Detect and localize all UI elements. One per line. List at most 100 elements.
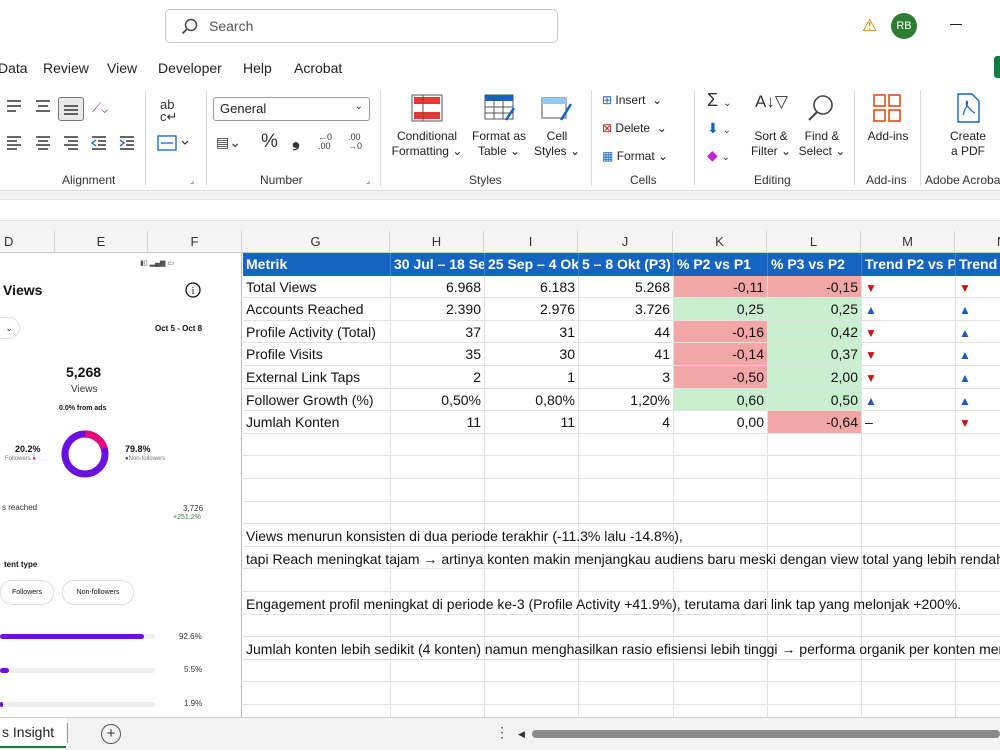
empty-cell[interactable]: [579, 456, 674, 479]
addins-button[interactable]: Add-ins: [862, 129, 914, 144]
worksheet-grid[interactable]: Metrik 30 Jul – 18 Se 25 Sep – 4 Ok 5 – 8 O…: [243, 253, 1000, 717]
align-top-icon[interactable]: [6, 99, 22, 113]
more-options-icon[interactable]: ⋮: [495, 724, 509, 741]
header-cell[interactable]: 25 Sep – 4 Ok: [485, 253, 579, 276]
formula-bar[interactable]: [0, 199, 1000, 221]
column-header-n[interactable]: N: [955, 231, 1000, 253]
conditional-formatting-icon[interactable]: [411, 94, 443, 122]
warning-icon[interactable]: ⚠: [862, 16, 877, 36]
trend-cell[interactable]: ▲: [956, 366, 1000, 389]
accounting-format-icon[interactable]: ▤⌄: [216, 134, 241, 151]
empty-cell[interactable]: [674, 433, 768, 457]
align-bottom-button[interactable]: [58, 97, 84, 121]
empty-cell[interactable]: [674, 569, 768, 592]
dialog-launcher-icon[interactable]: ⌟: [366, 175, 370, 186]
increase-indent-icon[interactable]: [119, 135, 135, 151]
find-select-icon[interactable]: [806, 93, 836, 123]
table-cell[interactable]: 0,25: [768, 298, 862, 321]
table-cell[interactable]: 0,00: [674, 411, 768, 434]
empty-cell[interactable]: [243, 569, 391, 592]
table-cell[interactable]: Accounts Reached: [243, 298, 391, 321]
search-box[interactable]: Search: [165, 9, 558, 43]
table-cell[interactable]: 2.976: [485, 298, 579, 321]
insight-screenshot[interactable]: ▮▯ ▂▄▆ ▭ Views i ⌄ Oct 5 - Oct 8 5,268 V…: [0, 253, 242, 717]
empty-cell[interactable]: [862, 524, 956, 547]
trend-cell[interactable]: ▲: [956, 298, 1000, 321]
percent-style-icon[interactable]: %: [261, 131, 278, 153]
table-cell[interactable]: 2: [391, 366, 485, 389]
column-header-d[interactable]: D: [0, 231, 55, 253]
empty-cell[interactable]: [674, 524, 768, 547]
empty-cell[interactable]: [862, 479, 956, 502]
header-cell[interactable]: Trend P2 vs P: [862, 253, 956, 276]
empty-cell[interactable]: [768, 433, 862, 457]
trend-cell[interactable]: ▲: [956, 389, 1000, 412]
empty-cell[interactable]: [956, 615, 1000, 638]
find-select-button[interactable]: Find & Select ⌄: [796, 129, 848, 159]
cell-styles-icon[interactable]: [541, 94, 573, 122]
table-cell[interactable]: 2.390: [391, 298, 485, 321]
autosum-icon[interactable]: Σ ⌄: [707, 90, 732, 111]
empty-cell[interactable]: [674, 659, 768, 683]
empty-cell[interactable]: [485, 569, 579, 592]
table-cell[interactable]: 3: [579, 366, 674, 389]
empty-cell[interactable]: [768, 569, 862, 592]
empty-cell[interactable]: [485, 501, 579, 525]
align-right-icon[interactable]: [63, 135, 79, 151]
table-cell[interactable]: 0,42: [768, 320, 862, 344]
align-left-icon[interactable]: [6, 135, 22, 151]
empty-cell[interactable]: [674, 705, 768, 717]
wrap-text-icon[interactable]: ab c↵: [160, 98, 177, 123]
empty-cell[interactable]: [768, 524, 862, 547]
empty-cell[interactable]: [956, 434, 1000, 457]
table-cell[interactable]: 1: [485, 366, 579, 389]
merge-center-icon[interactable]: [157, 135, 191, 151]
empty-cell[interactable]: [579, 479, 674, 502]
header-cell[interactable]: 30 Jul – 18 Se: [391, 253, 485, 276]
empty-cell[interactable]: [243, 456, 391, 479]
empty-cell[interactable]: [674, 501, 768, 525]
trend-cell[interactable]: ▼: [862, 343, 956, 366]
empty-cell[interactable]: [862, 569, 956, 592]
empty-cell[interactable]: [579, 614, 674, 638]
number-format-dropdown[interactable]: General ⌄: [213, 97, 370, 121]
conditional-formatting-button[interactable]: Conditional Formatting ⌄: [386, 129, 468, 159]
empty-cell[interactable]: [956, 660, 1000, 683]
dialog-launcher-icon[interactable]: ⌟: [190, 175, 194, 186]
table-cell[interactable]: 0,60: [674, 388, 768, 412]
empty-cell[interactable]: [768, 682, 862, 705]
addins-icon[interactable]: [872, 93, 902, 123]
empty-cell[interactable]: [956, 502, 1000, 525]
empty-cell[interactable]: [956, 524, 1000, 547]
trend-cell[interactable]: ▼: [956, 276, 1000, 299]
table-cell[interactable]: 0,50%: [391, 388, 485, 412]
empty-cell[interactable]: [768, 479, 862, 502]
table-cell[interactable]: 1,20%: [579, 388, 674, 412]
header-cell[interactable]: Trend: [956, 253, 1000, 276]
empty-cell[interactable]: [485, 456, 579, 479]
empty-cell[interactable]: [243, 659, 391, 683]
insert-button[interactable]: ⊞ Insert ⌄: [602, 93, 682, 108]
sheet-tab[interactable]: s Insight: [0, 718, 66, 748]
empty-cell[interactable]: [956, 682, 1000, 705]
empty-cell[interactable]: [243, 705, 391, 717]
empty-cell[interactable]: [768, 501, 862, 525]
fill-icon[interactable]: ⬇ ⌄: [707, 120, 731, 137]
empty-cell[interactable]: [391, 433, 485, 457]
format-as-table-button[interactable]: Format as Table ⌄: [466, 129, 532, 159]
table-cell[interactable]: 11: [391, 411, 485, 434]
table-cell[interactable]: -0,14: [674, 343, 768, 366]
table-cell[interactable]: 6.968: [391, 275, 485, 299]
empty-cell[interactable]: [674, 682, 768, 705]
create-pdf-button[interactable]: Create a PDF: [938, 129, 998, 159]
table-cell[interactable]: 35: [391, 343, 485, 366]
trend-cell[interactable]: ▼: [956, 411, 1000, 434]
empty-cell[interactable]: [956, 479, 1000, 502]
trend-cell[interactable]: ▼: [862, 366, 956, 389]
orientation-icon[interactable]: ⟋⌄: [92, 100, 108, 116]
empty-cell[interactable]: [579, 569, 674, 592]
empty-cell[interactable]: [862, 456, 956, 479]
empty-cell[interactable]: [862, 682, 956, 705]
table-cell[interactable]: 44: [579, 320, 674, 344]
decrease-indent-icon[interactable]: [91, 135, 107, 151]
